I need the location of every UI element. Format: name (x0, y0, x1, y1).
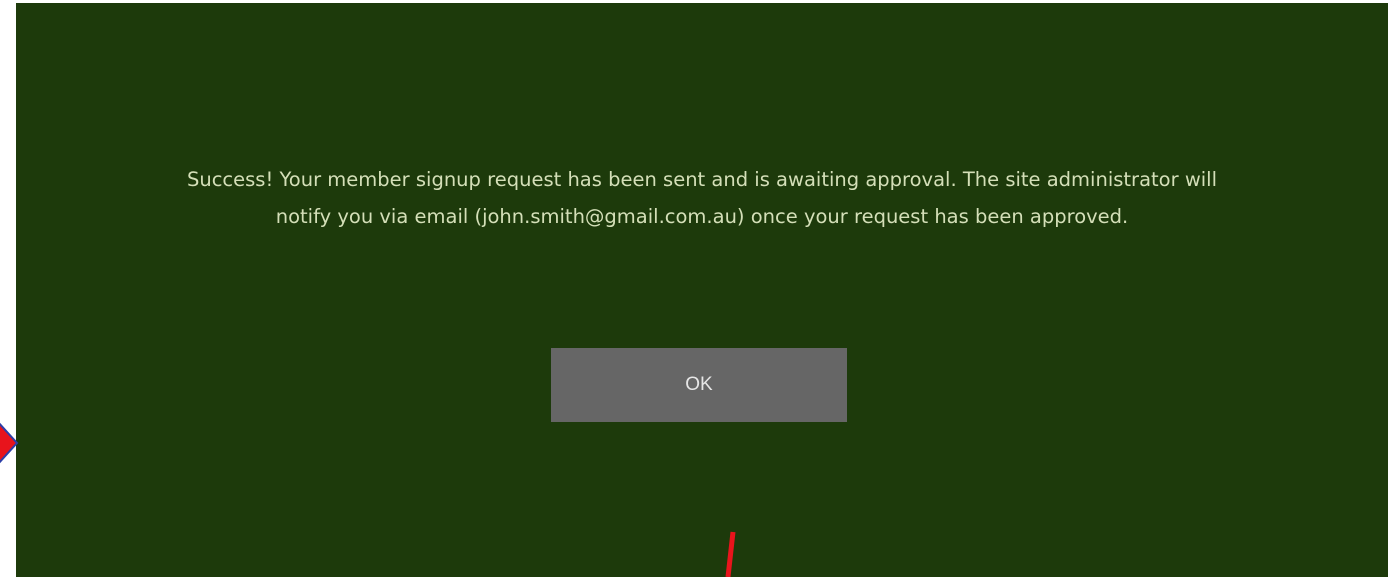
page: Success! Your member signup request has … (0, 0, 1388, 577)
success-message: Success! Your member signup request has … (186, 168, 1218, 228)
ok-button[interactable]: OK (551, 348, 847, 422)
success-dialog: Success! Your member signup request has … (16, 3, 1388, 577)
right-arrow-icon (0, 422, 19, 464)
red-line-mark-icon (725, 531, 736, 577)
